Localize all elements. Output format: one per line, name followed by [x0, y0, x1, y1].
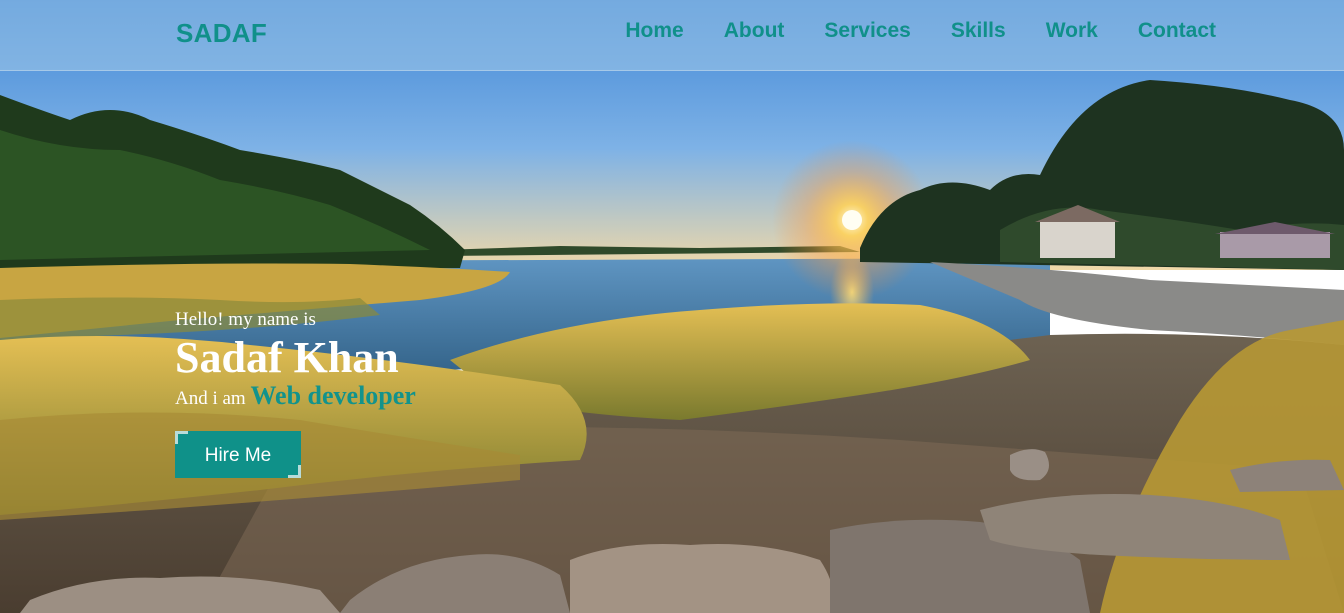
nav-link-work[interactable]: Work — [1046, 19, 1098, 43]
hero-background — [0, 0, 1344, 613]
button-corner-accent — [175, 431, 188, 444]
nav-links: Home About Services Skills Work Contact — [585, 19, 1216, 43]
hire-me-label: Hire Me — [204, 445, 272, 466]
nav-link-skills[interactable]: Skills — [951, 19, 1006, 43]
top-navbar: SADAF Home About Services Skills Work Co… — [0, 0, 1344, 71]
role-prefix: And i am — [175, 388, 246, 409]
nav-link-home[interactable]: Home — [625, 19, 683, 43]
landscape-image — [0, 0, 1344, 613]
nav-link-about[interactable]: About — [724, 19, 785, 43]
nav-link-services[interactable]: Services — [824, 19, 910, 43]
hero-intro: Hello! my name is Sadaf Khan And i am We… — [175, 308, 416, 414]
button-corner-accent — [288, 465, 301, 478]
role-line: And i am Web developer — [175, 381, 416, 414]
brand-logo[interactable]: SADAF — [176, 18, 267, 49]
hire-me-button[interactable]: Hire Me — [175, 431, 301, 478]
nav-link-contact[interactable]: Contact — [1138, 19, 1216, 43]
role-text: Web developer — [250, 381, 416, 410]
hero-name: Sadaf Khan — [175, 333, 399, 382]
greeting-text: Hello! my name is — [175, 309, 316, 330]
